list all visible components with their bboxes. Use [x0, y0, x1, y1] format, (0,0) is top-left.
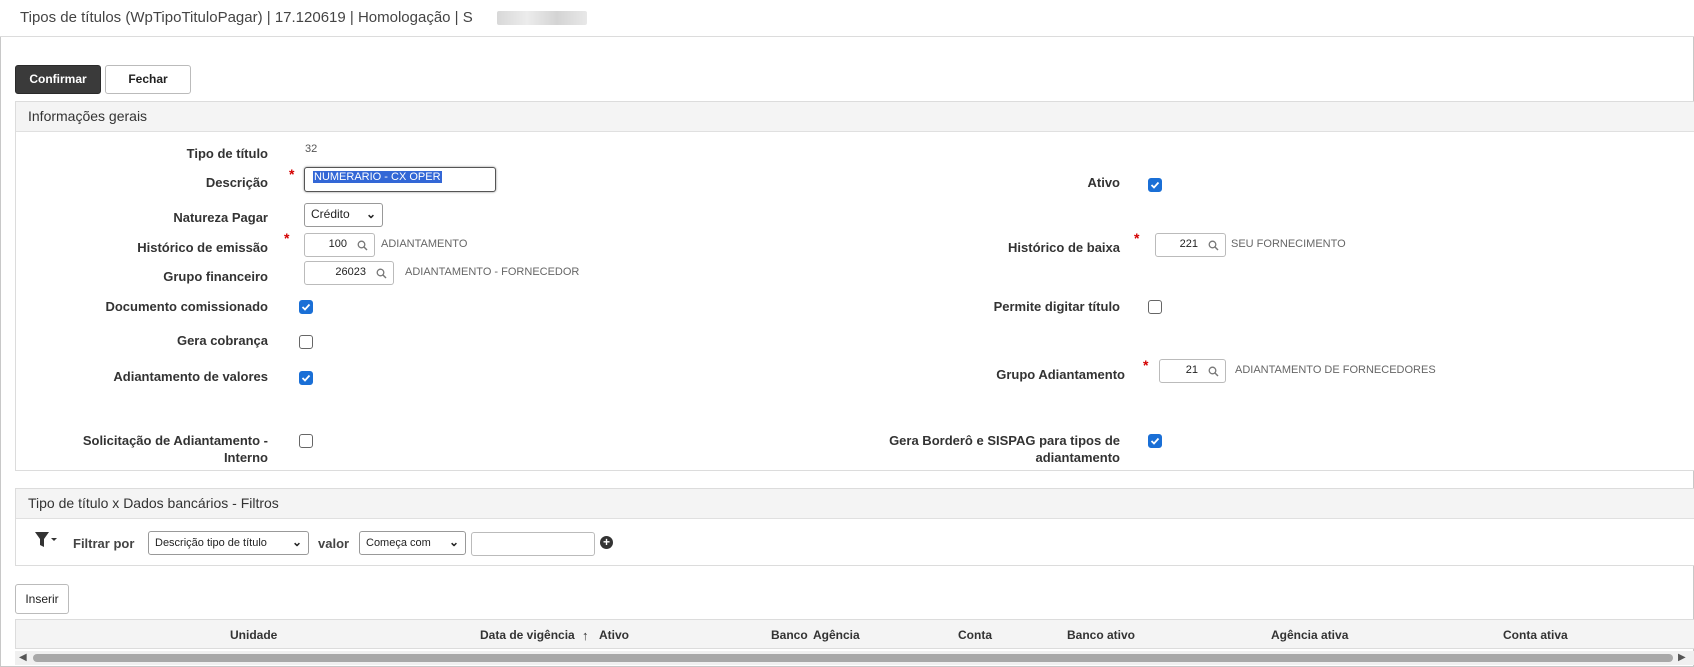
window-titlebar: Tipos de títulos (WpTipoTituloPagar) | 1… — [0, 0, 1694, 37]
hist-baixa-lookup-button[interactable] — [1202, 233, 1226, 257]
search-icon — [1208, 366, 1219, 377]
gera-bordero-label-line-2: adiantamento — [1035, 450, 1120, 465]
grupo-adiant-lookup-button[interactable] — [1202, 359, 1226, 383]
check-icon — [1150, 437, 1160, 445]
col-banco[interactable]: Banco — [771, 628, 808, 642]
doc-comis-checkbox[interactable] — [299, 300, 313, 314]
adiant-checkbox[interactable] — [299, 371, 313, 385]
redacted-text — [497, 11, 587, 25]
gera-cob-label: Gera cobrança — [176, 333, 268, 348]
search-icon — [1208, 240, 1219, 251]
window-title: Tipos de títulos (WpTipoTituloPagar) | 1… — [20, 9, 473, 26]
gera-cob-checkbox[interactable] — [299, 335, 313, 349]
grupo-fin-lookup-button[interactable] — [370, 261, 394, 285]
hist-baixa-label: Histórico de baixa — [1008, 240, 1120, 255]
chevron-down-icon: ⌄ — [365, 207, 376, 221]
descricao-label: Descrição — [205, 175, 268, 190]
solic-label-line-2: Interno — [223, 450, 268, 465]
grid-header: Unidade Data de vigência ↑ Ativo Banco A… — [15, 619, 1694, 649]
grupo-adiant-input[interactable]: 21 — [1159, 359, 1203, 383]
solic-checkbox[interactable] — [299, 434, 313, 448]
col-conta-ativa[interactable]: Conta ativa — [1503, 628, 1568, 642]
hist-emissao-input[interactable]: 100 — [304, 233, 352, 257]
col-conta[interactable]: Conta — [958, 628, 992, 642]
scroll-left-icon[interactable]: ◀ — [19, 652, 27, 663]
filter-operator-select[interactable]: Começa com ⌄ — [359, 531, 466, 555]
descricao-input-value: NUMERARIO - CX OPER — [313, 171, 442, 183]
insert-button[interactable]: Inserir — [15, 584, 69, 614]
filter-field-select[interactable]: Descrição tipo de título ⌄ — [148, 531, 309, 555]
hist-baixa-description: SEU FORNECIMENTO — [1231, 238, 1346, 250]
hist-emissao-lookup-button[interactable] — [351, 233, 375, 257]
filtrar-por-label: Filtrar por — [73, 536, 135, 551]
tipo-titulo-value: 32 — [305, 143, 318, 155]
hist-emissao-description: ADIANTAMENTO — [381, 238, 468, 250]
col-data-vigencia[interactable]: Data de vigência — [480, 628, 575, 642]
grupo-fin-label: Grupo financeiro — [163, 269, 268, 284]
natureza-label: Natureza Pagar — [173, 210, 268, 225]
grupo-fin-description: ADIANTAMENTO - FORNECEDOR — [405, 266, 580, 278]
col-unidade[interactable]: Unidade — [230, 628, 277, 642]
check-icon — [301, 374, 311, 382]
search-icon — [357, 240, 368, 251]
filter-field-value: Descrição tipo de título — [155, 537, 267, 549]
col-agencia-ativa[interactable]: Agência ativa — [1271, 628, 1348, 642]
filter-icon[interactable] — [34, 531, 58, 554]
horizontal-scrollbar[interactable]: ◀ ▶ — [15, 651, 1694, 665]
required-marker: * — [1134, 230, 1140, 246]
solic-label-line-1: Solicitação de Adiantamento - — [82, 433, 268, 448]
doc-comis-label: Documento comissionado — [105, 299, 268, 314]
sort-arrow-icon: ↑ — [582, 628, 589, 643]
scroll-right-icon[interactable]: ▶ — [1678, 652, 1686, 663]
section-header-general: Informações gerais — [16, 102, 1694, 132]
filter-value-input[interactable] — [471, 532, 595, 556]
gera-bordero-label: Gera Borderô e SISPAG para tipos de adia… — [820, 432, 1120, 466]
check-icon — [301, 303, 311, 311]
required-marker: * — [284, 230, 290, 246]
grupo-adiant-description: ADIANTAMENTO DE FORNECEDORES — [1235, 364, 1436, 376]
confirm-button[interactable]: Confirmar — [15, 65, 101, 94]
col-banco-ativo[interactable]: Banco ativo — [1067, 628, 1135, 642]
check-icon — [1150, 181, 1160, 189]
permite-checkbox[interactable] — [1148, 300, 1162, 314]
filter-operator-value: Começa com — [366, 537, 431, 549]
hist-baixa-input[interactable]: 221 — [1155, 233, 1203, 257]
ativo-checkbox[interactable] — [1148, 178, 1162, 192]
scrollbar-thumb[interactable] — [33, 654, 1673, 662]
adiant-label: Adiantamento de valores — [113, 369, 268, 384]
ativo-label: Ativo — [1087, 175, 1121, 190]
chevron-down-icon: ⌄ — [448, 535, 459, 549]
hist-emissao-label: Histórico de emissão — [137, 240, 268, 255]
permite-label: Permite digitar título — [993, 299, 1120, 314]
close-button[interactable]: Fechar — [105, 65, 191, 94]
tipo-titulo-label: Tipo de título — [186, 146, 268, 161]
solic-label: Solicitação de Adiantamento - Interno — [40, 432, 268, 466]
required-marker: * — [289, 166, 295, 182]
search-icon — [376, 268, 387, 279]
natureza-select[interactable]: Crédito ⌄ — [304, 203, 383, 227]
required-marker: * — [1143, 357, 1149, 373]
add-filter-icon[interactable]: + — [600, 536, 613, 549]
gera-bordero-label-line-1: Gera Borderô e SISPAG para tipos de — [889, 433, 1120, 448]
gera-bordero-checkbox[interactable] — [1148, 434, 1162, 448]
col-agencia[interactable]: Agência — [813, 628, 860, 642]
grupo-fin-input[interactable]: 26023 — [304, 261, 371, 285]
descricao-input[interactable]: NUMERARIO - CX OPER — [304, 167, 496, 192]
chevron-down-icon: ⌄ — [291, 535, 302, 549]
section-header-filters: Tipo de título x Dados bancários - Filtr… — [16, 489, 1694, 519]
natureza-select-value: Crédito — [311, 207, 350, 221]
grupo-adiant-label: Grupo Adiantamento — [996, 367, 1125, 382]
col-ativo[interactable]: Ativo — [599, 628, 629, 642]
valor-label: valor — [318, 536, 350, 551]
